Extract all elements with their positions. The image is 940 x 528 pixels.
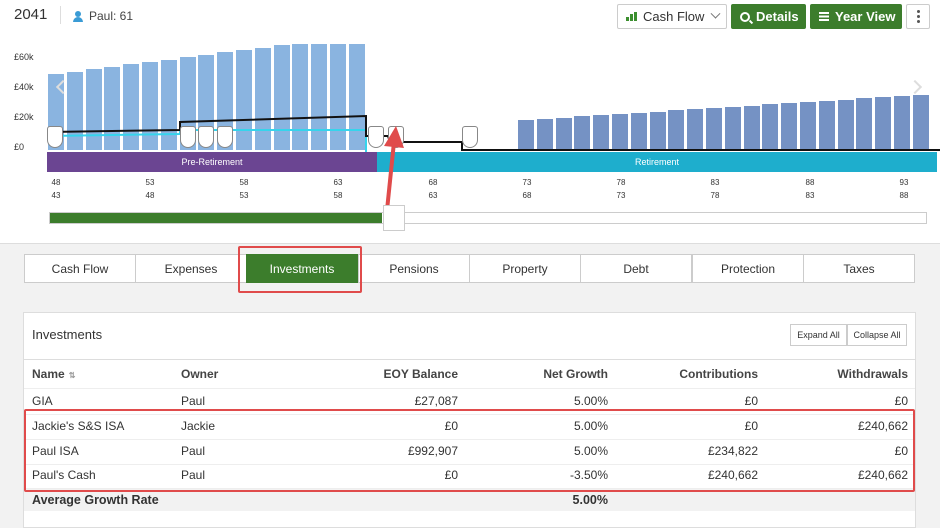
event-marker[interactable] [198, 126, 214, 148]
person-icon [73, 10, 83, 22]
column-header-label: Contributions [679, 367, 758, 381]
tab-protection[interactable]: Protection [692, 254, 804, 283]
event-marker[interactable] [47, 126, 63, 148]
column-header: EOY Balance [384, 367, 458, 381]
timeline-progress [50, 213, 382, 223]
timeline-handle[interactable] [383, 205, 405, 231]
age-tick-label: 83 [805, 191, 815, 200]
table-cell: £0 [894, 394, 908, 408]
highlight-box [24, 409, 915, 492]
average-row: Average Growth Rate 5.00% [24, 489, 915, 511]
tab-taxes[interactable]: Taxes [803, 254, 915, 283]
column-header-label: Owner [181, 367, 219, 381]
column-header: Owner [181, 367, 218, 381]
column-header: Net Growth [543, 367, 608, 381]
column-header: Contributions [679, 367, 758, 381]
column-header-label: Withdrawals [837, 367, 908, 381]
tab-property[interactable]: Property [469, 254, 581, 283]
table-cell: 5.00% [573, 394, 608, 408]
kebab-dot [916, 20, 920, 23]
column-header-label: Name [32, 367, 65, 381]
kebab-dot [916, 15, 920, 18]
current-year: 2041 [14, 6, 48, 23]
person-age: Paul: 61 [73, 9, 133, 23]
table-cell: Paul [181, 394, 206, 408]
bar-chart-icon [626, 12, 637, 21]
table-cell: £0 [744, 394, 758, 408]
tab-cash-flow[interactable]: Cash Flow [24, 254, 136, 283]
person-age-label: Paul: 61 [89, 9, 134, 23]
cash-flow-chart[interactable]: £60k £40k £20k £0 Pre-Retirement Retirem… [0, 36, 940, 236]
expand-all-button[interactable]: Expand All [790, 324, 847, 346]
age-tick-label: 68 [522, 191, 532, 200]
age-tick-label: 48 [51, 178, 61, 187]
age-tick-label: 68 [428, 178, 438, 187]
age-tick-label: 73 [616, 191, 626, 200]
divider [24, 359, 915, 360]
column-header[interactable]: Name ⇅ [32, 367, 75, 381]
column-header-label: EOY Balance [383, 367, 458, 381]
divider [60, 6, 61, 24]
age-tick-label: 88 [899, 191, 909, 200]
list-icon [819, 12, 829, 21]
age-tick-label: 73 [522, 178, 532, 187]
age-tick-label: 63 [428, 191, 438, 200]
age-tick-label: 48 [145, 191, 155, 200]
age-tick-label: 93 [899, 178, 909, 187]
phase-pre-retirement: Pre-Retirement [47, 152, 377, 172]
age-tick-label: 63 [333, 178, 343, 187]
event-marker[interactable] [180, 126, 196, 148]
age-tick-label: 58 [239, 178, 249, 187]
sort-icon[interactable]: ⇅ [69, 371, 76, 380]
chevron-down-icon [710, 8, 721, 19]
divider [24, 388, 915, 389]
phase-label: Retirement [634, 157, 679, 167]
age-tick-label: 43 [51, 191, 61, 200]
collapse-all-button[interactable]: Collapse All [847, 324, 907, 346]
tab-expenses[interactable]: Expenses [135, 254, 247, 283]
tab-pensions[interactable]: Pensions [358, 254, 470, 283]
view-select[interactable]: Cash Flow [617, 4, 727, 29]
age-tick-label: 58 [333, 191, 343, 200]
highlight-box [238, 246, 362, 293]
top-bar: 2041 Paul: 61 Cash Flow Details Year Vie… [0, 0, 940, 32]
panel-title: Investments [32, 327, 103, 342]
table-cell: £27,087 [414, 394, 458, 408]
average-label: Average Growth Rate [32, 493, 159, 507]
age-tick-label: 53 [239, 191, 249, 200]
age-tick-label: 88 [805, 178, 815, 187]
year-view-button-label: Year View [835, 9, 896, 24]
age-tick-label: 53 [145, 178, 155, 187]
details-button-label: Details [756, 9, 799, 24]
view-select-label: Cash Flow [643, 9, 705, 24]
average-value: 5.00% [572, 493, 608, 507]
age-tick-label: 78 [616, 178, 626, 187]
column-header-label: Net Growth [543, 367, 608, 381]
details-button[interactable]: Details [731, 4, 806, 29]
phase-retirement: Retirement [377, 152, 937, 172]
column-header: Withdrawals [837, 367, 908, 381]
age-tick-label: 83 [710, 178, 720, 187]
event-marker[interactable] [217, 126, 233, 148]
search-icon [740, 11, 750, 22]
kebab-dot [916, 10, 920, 13]
year-view-button[interactable]: Year View [810, 4, 902, 29]
age-tick-label: 78 [710, 191, 720, 200]
investment-name: GIA [32, 394, 53, 408]
tab-debt[interactable]: Debt [580, 254, 692, 283]
event-marker[interactable] [462, 126, 478, 148]
more-options-button[interactable] [906, 4, 930, 29]
phase-label: Pre-Retirement [181, 157, 243, 167]
